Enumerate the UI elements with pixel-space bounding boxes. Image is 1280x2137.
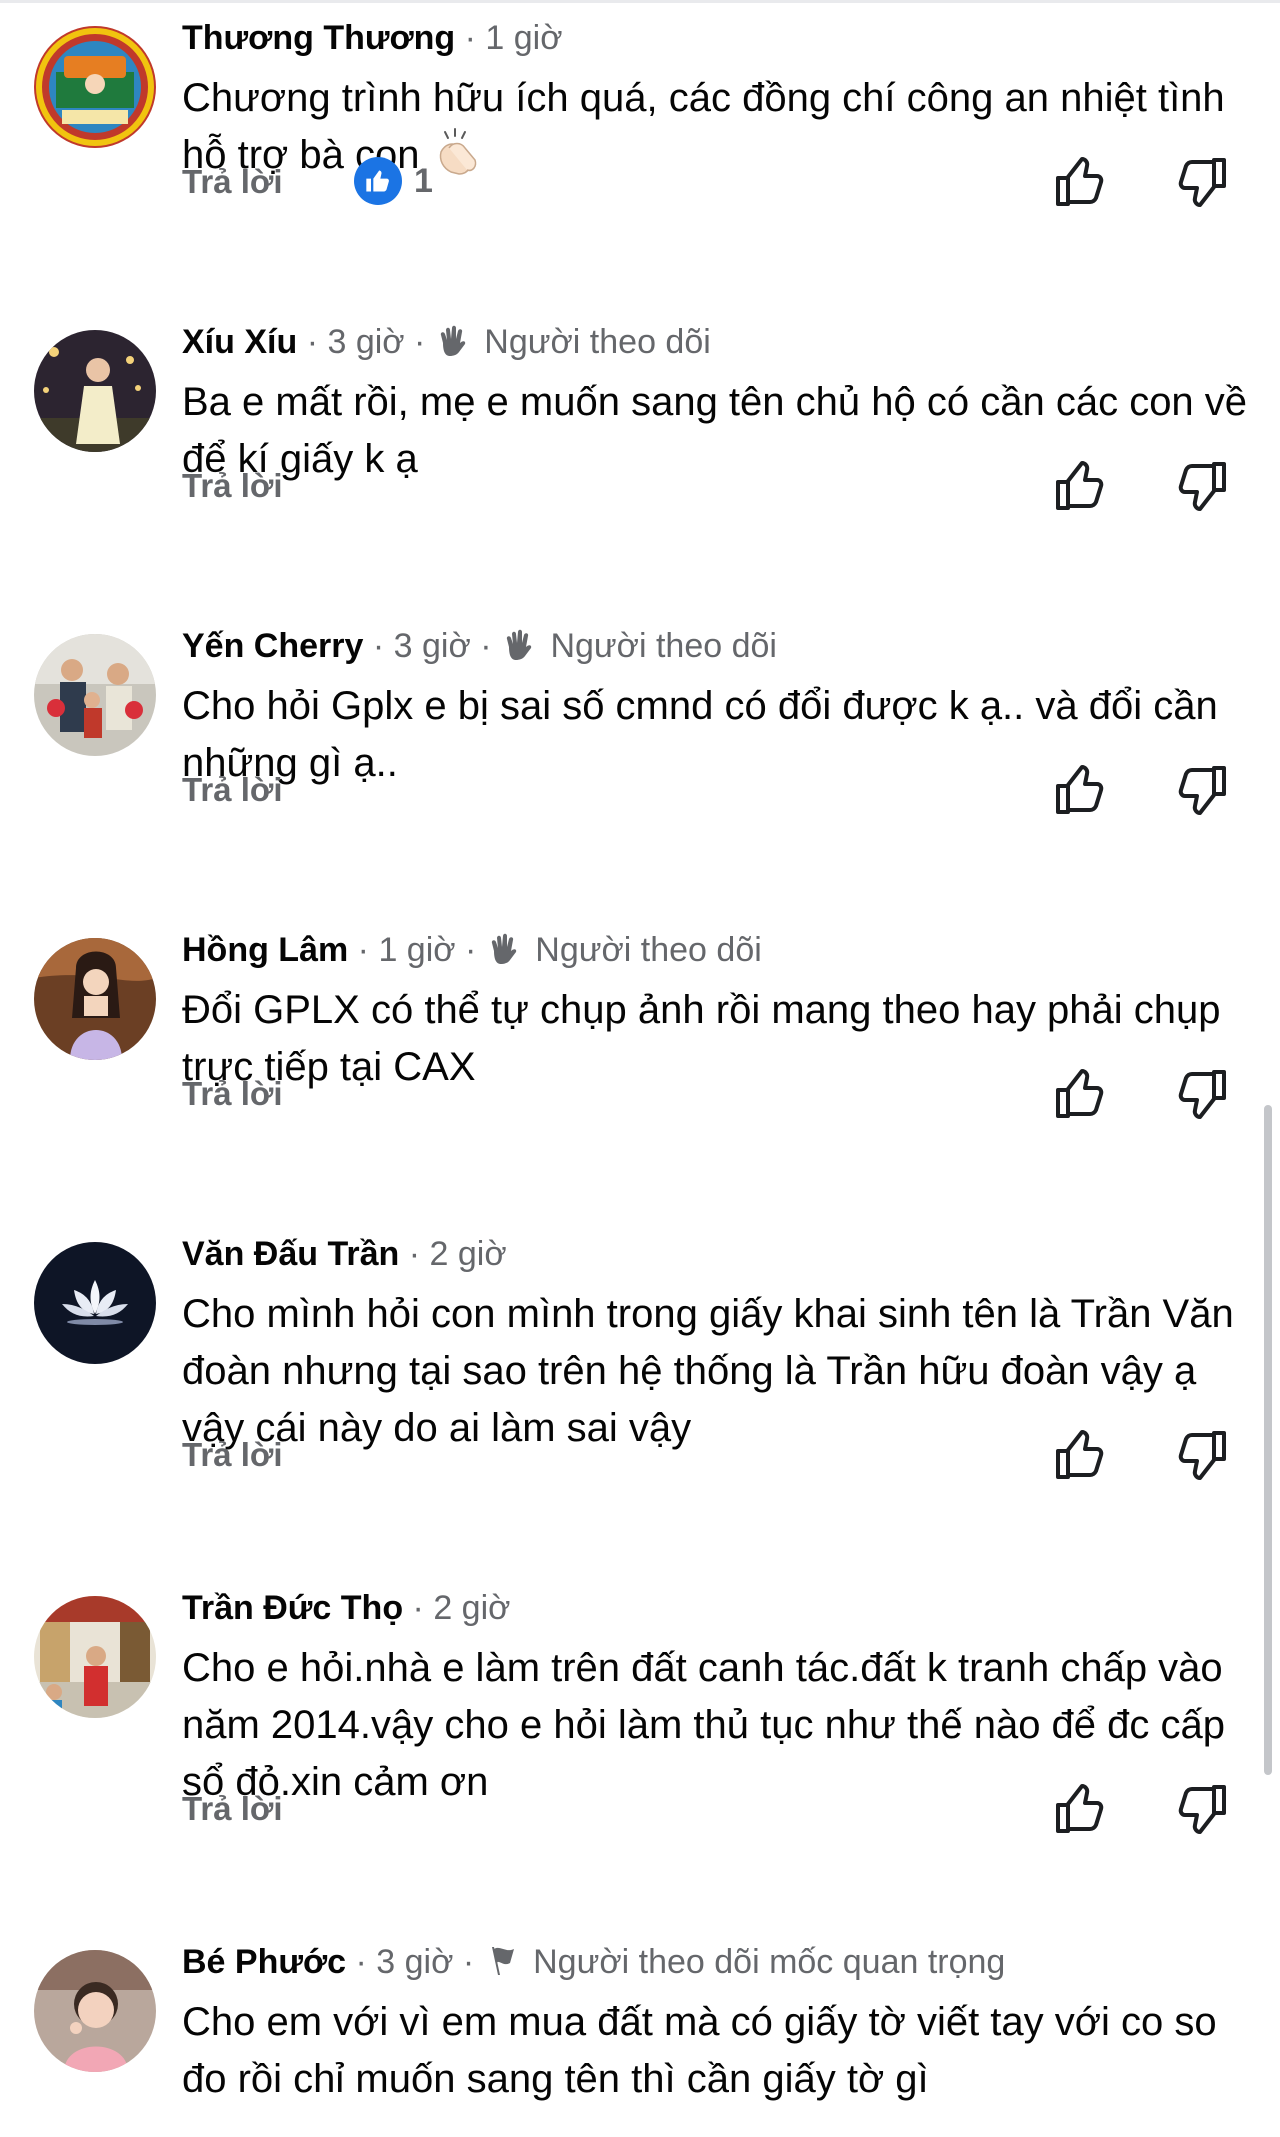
separator: · (414, 323, 426, 361)
avatar[interactable] (34, 1596, 156, 1718)
thumb-up-outline-icon[interactable] (1050, 1779, 1110, 1839)
avatar[interactable] (34, 634, 156, 756)
thumb-up-outline-icon[interactable] (1050, 152, 1110, 212)
follower-badge: Người theo dõi (484, 323, 711, 361)
timestamp[interactable]: 1 giờ (378, 931, 455, 969)
reply-button[interactable]: Trả lời (182, 162, 283, 202)
comment-meta: Bé Phước · 3 giờ · Người theo dõi mốc qu… (182, 1942, 1005, 1982)
author-name[interactable]: Hồng Lâm (182, 931, 348, 969)
reply-button[interactable]: Trả lời (182, 466, 283, 506)
separator: · (464, 19, 476, 57)
timestamp[interactable]: 3 giờ (394, 627, 471, 665)
comment-meta: Thương Thương · 1 giờ (182, 18, 563, 58)
comment-meta: Văn Đấu Trần · 2 giờ (182, 1234, 507, 1274)
scrollbar[interactable] (1264, 1105, 1272, 1775)
author-name[interactable]: Xíu Xíu (182, 323, 297, 361)
waving-hand-icon (440, 325, 466, 356)
separator: · (462, 1943, 475, 1981)
separator: · (306, 323, 319, 361)
comment-text: Cho em với vì em mua đất mà có giấy tờ v… (182, 2000, 1217, 2101)
follower-badge: Người theo dõi (550, 627, 777, 665)
thumb-up-outline-icon[interactable] (1050, 1425, 1110, 1485)
author-name[interactable]: Trần Đức Thọ (182, 1589, 403, 1627)
author-name[interactable]: Văn Đấu Trần (182, 1235, 399, 1273)
separator: · (408, 1235, 421, 1273)
author-name[interactable]: Bé Phước (182, 1943, 346, 1981)
top-divider (0, 0, 1280, 3)
like-reaction-icon (354, 157, 402, 205)
thumb-down-outline-icon[interactable] (1172, 1064, 1232, 1124)
comment-meta: Yến Cherry · 3 giờ · Người theo dõi (182, 626, 777, 666)
timestamp[interactable]: 3 giờ (327, 323, 404, 361)
reaction-summary[interactable]: 1 (354, 156, 433, 206)
thumb-down-outline-icon[interactable] (1172, 1779, 1232, 1839)
flag-icon (491, 1947, 514, 1975)
separator: · (412, 1589, 424, 1627)
thumb-up-outline-icon[interactable] (1050, 456, 1110, 516)
waving-hand-icon (491, 933, 517, 964)
thumb-up-outline-icon[interactable] (1050, 760, 1110, 820)
milestone-follower-badge: Người theo dõi mốc quan trọng (533, 1943, 1006, 1981)
reply-button[interactable]: Trả lời (182, 1789, 283, 1829)
comment-actions: Trả lời (182, 1425, 1242, 1485)
comment-actions: Trả lời (182, 1064, 1242, 1124)
separator: · (465, 931, 477, 969)
thumb-down-outline-icon[interactable] (1172, 152, 1232, 212)
separator: · (355, 1943, 367, 1981)
reply-button[interactable]: Trả lời (182, 1074, 283, 1114)
separator: · (357, 931, 369, 969)
reaction-count: 1 (414, 161, 433, 200)
reply-button[interactable]: Trả lời (182, 770, 283, 810)
avatar[interactable] (34, 938, 156, 1060)
thumb-down-outline-icon[interactable] (1172, 1425, 1232, 1485)
timestamp[interactable]: 2 giờ (430, 1235, 507, 1273)
avatar[interactable] (34, 1242, 156, 1364)
author-name[interactable]: Yến Cherry (182, 627, 363, 665)
comment-meta: Trần Đức Thọ · 2 giờ (182, 1588, 510, 1628)
comment-actions: Trả lời 1 (182, 152, 1242, 212)
separator: · (372, 627, 385, 665)
comment-meta: Xíu Xíu · 3 giờ · Người theo dõi (182, 322, 711, 362)
avatar[interactable] (34, 1950, 156, 2072)
timestamp[interactable]: 1 giờ (485, 19, 562, 57)
comment-actions: Trả lời (182, 456, 1242, 516)
author-name[interactable]: Thương Thương (182, 19, 455, 57)
waving-hand-icon (506, 629, 532, 660)
thumb-down-outline-icon[interactable] (1172, 456, 1232, 516)
avatar[interactable] (34, 330, 156, 452)
follower-badge: Người theo dõi (535, 931, 762, 969)
comment-actions: Trả lời (182, 1779, 1242, 1839)
avatar[interactable] (34, 26, 156, 148)
thumb-down-outline-icon[interactable] (1172, 760, 1232, 820)
reply-button[interactable]: Trả lời (182, 1435, 283, 1475)
comment-actions: Trả lời (182, 760, 1242, 820)
separator: · (480, 627, 492, 665)
timestamp[interactable]: 3 giờ (376, 1943, 453, 1981)
thumb-up-outline-icon[interactable] (1050, 1064, 1110, 1124)
timestamp[interactable]: 2 giờ (433, 1589, 510, 1627)
comment-meta: Hồng Lâm · 1 giờ · Người theo dõi (182, 930, 762, 970)
